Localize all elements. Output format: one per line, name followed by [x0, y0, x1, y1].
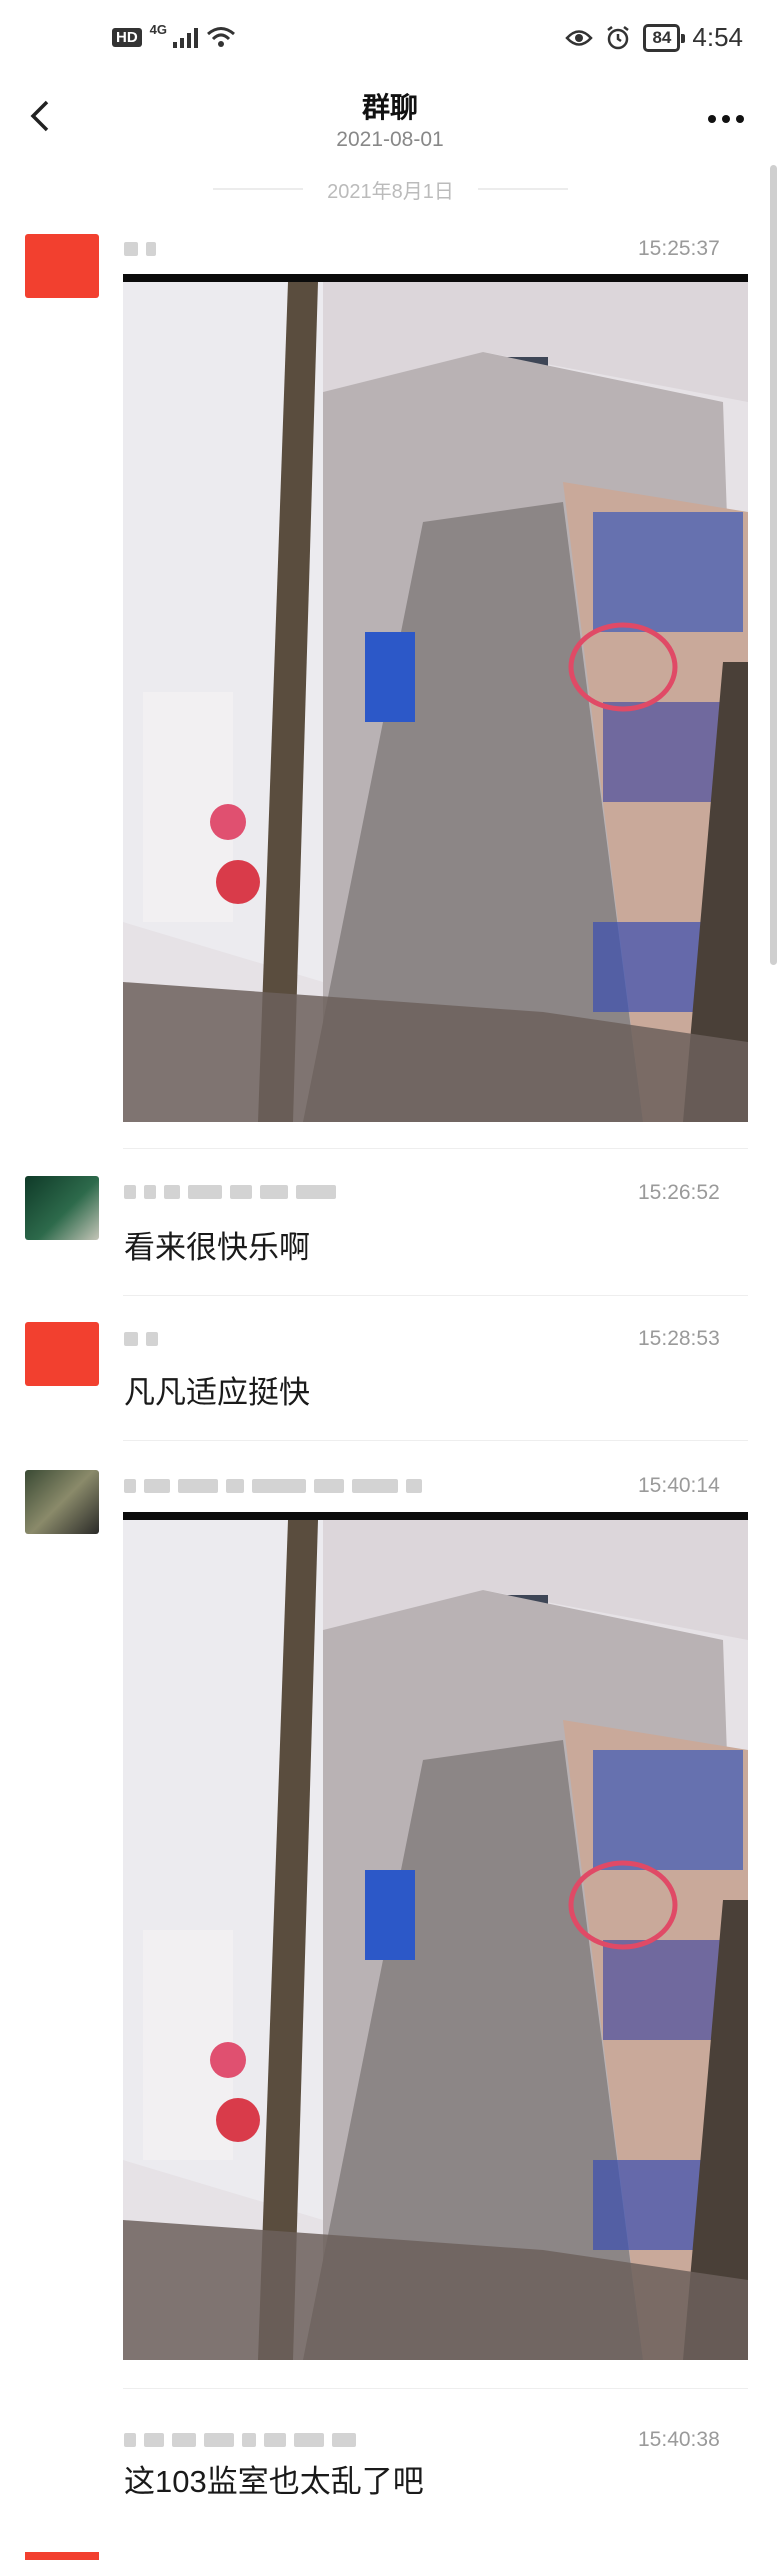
- message-time: 15:25:37: [638, 237, 720, 260]
- status-right: 84 4:54: [565, 22, 743, 53]
- message-time: 15:26:52: [638, 1181, 720, 1204]
- more-icon[interactable]: [702, 106, 750, 132]
- sender-name-blurred: [124, 240, 156, 258]
- sender-name-blurred: [124, 1330, 158, 1348]
- avatar[interactable]: [25, 1470, 99, 1534]
- status-time: 4:54: [692, 22, 743, 52]
- avatar[interactable]: [25, 234, 99, 298]
- message-time: 15:28:53: [638, 1327, 720, 1350]
- message-text: 看来很快乐啊: [124, 1230, 310, 1265]
- page-subtitle: 2021-08-01: [336, 128, 444, 151]
- battery-icon: 84: [643, 23, 686, 52]
- alarm-icon: [607, 25, 630, 49]
- message-text: 凡凡适应挺快: [124, 1375, 310, 1410]
- date-separator-label: 2021年8月1日: [327, 180, 454, 203]
- sender-name-blurred: [124, 2431, 356, 2449]
- scrollbar[interactable]: [770, 165, 777, 965]
- avatar[interactable]: [25, 1176, 99, 1240]
- avatar[interactable]: [25, 1322, 99, 1386]
- chevron-left-icon[interactable]: [22, 96, 62, 136]
- message-time: 15:40:14: [638, 1474, 720, 1497]
- divider: [123, 2388, 748, 2389]
- eye-icon: [565, 29, 594, 46]
- status-bar: HD 4G 84 4:54: [0, 0, 781, 80]
- avatar[interactable]: [25, 2552, 99, 2560]
- status-left: HD 4G: [112, 22, 236, 48]
- divider: [123, 1295, 748, 1296]
- divider: [213, 188, 304, 190]
- divider: [123, 1440, 748, 1441]
- divider: [477, 188, 568, 190]
- signal-icon: [173, 26, 199, 48]
- divider: [123, 1148, 748, 1149]
- wifi-icon: [207, 27, 235, 47]
- message-time: 15:40:38: [638, 2428, 720, 2451]
- hd-badge: HD: [112, 27, 142, 47]
- sender-name-blurred: [124, 1183, 336, 1201]
- image-message[interactable]: [123, 274, 748, 1122]
- image-message[interactable]: [123, 1512, 748, 2360]
- message-text: 这103监室也太乱了吧: [124, 2464, 424, 2499]
- page-title: 群聊: [361, 92, 418, 123]
- network-type: 4G: [149, 21, 168, 37]
- sender-name-blurred: [124, 1477, 422, 1495]
- date-separator: 2021年8月1日: [0, 174, 781, 204]
